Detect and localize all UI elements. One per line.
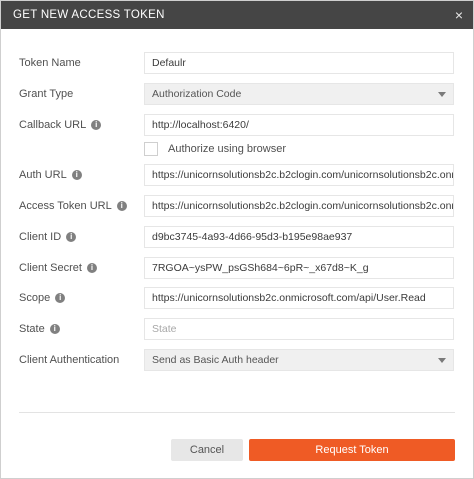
token-name-label: Token Name bbox=[19, 57, 81, 69]
auth-url-label: Auth URL i bbox=[19, 169, 144, 181]
client-auth-value: Send as Basic Auth header bbox=[152, 354, 279, 366]
client-secret-label: Client Secret i bbox=[19, 262, 144, 274]
info-icon[interactable]: i bbox=[116, 201, 127, 211]
scope-label: Scope i bbox=[19, 292, 144, 304]
request-token-button[interactable]: Request Token bbox=[249, 439, 455, 461]
state-input[interactable]: State bbox=[144, 318, 454, 340]
access-token-url-label: Access Token URL i bbox=[19, 200, 144, 212]
auth-url-input[interactable]: https://unicornsolutionsb2c.b2clogin.com… bbox=[144, 164, 454, 186]
client-auth-label: Client Authentication bbox=[19, 354, 120, 366]
dialog-header: GET NEW ACCESS TOKEN × bbox=[1, 1, 473, 29]
authorize-browser-checkbox[interactable] bbox=[144, 142, 158, 156]
dialog-title: GET NEW ACCESS TOKEN bbox=[13, 9, 165, 21]
callback-url-label: Callback URL i bbox=[19, 119, 144, 131]
info-icon[interactable]: i bbox=[55, 293, 66, 303]
client-auth-select[interactable]: Send as Basic Auth header bbox=[144, 349, 454, 371]
authorize-browser-label: Authorize using browser bbox=[168, 143, 287, 155]
info-icon[interactable]: i bbox=[66, 232, 77, 242]
close-icon[interactable]: × bbox=[455, 7, 463, 23]
info-icon[interactable]: i bbox=[49, 324, 60, 334]
chevron-down-icon bbox=[438, 91, 446, 97]
client-id-input[interactable]: d9bc3745-4a93-4d66-95d3-b195e98ae937 bbox=[144, 226, 454, 248]
authorize-browser-option[interactable]: Authorize using browser bbox=[144, 142, 286, 156]
callback-url-input[interactable]: http://localhost:6420/ bbox=[144, 114, 454, 136]
access-token-url-input[interactable]: https://unicornsolutionsb2c.b2clogin.com… bbox=[144, 195, 454, 217]
chevron-down-icon bbox=[438, 357, 446, 363]
info-icon[interactable]: i bbox=[86, 263, 97, 273]
state-label: State i bbox=[19, 323, 144, 335]
scope-input[interactable]: https://unicornsolutionsb2c.onmicrosoft.… bbox=[144, 287, 454, 309]
get-access-token-dialog: GET NEW ACCESS TOKEN × Token Name Defaul… bbox=[0, 0, 474, 479]
client-secret-input[interactable]: 7RGOA~ysPW_psGSh684~6pR~_x67d8~K_g bbox=[144, 257, 454, 279]
grant-type-label: Grant Type bbox=[19, 88, 74, 100]
cancel-button[interactable]: Cancel bbox=[171, 439, 243, 461]
grant-type-select[interactable]: Authorization Code bbox=[144, 83, 454, 105]
info-icon[interactable]: i bbox=[71, 170, 82, 180]
grant-type-value: Authorization Code bbox=[152, 88, 242, 100]
info-icon[interactable]: i bbox=[91, 120, 102, 130]
token-name-input[interactable]: Defaulr bbox=[144, 52, 454, 74]
client-id-label: Client ID i bbox=[19, 231, 144, 243]
footer-divider bbox=[19, 412, 455, 413]
